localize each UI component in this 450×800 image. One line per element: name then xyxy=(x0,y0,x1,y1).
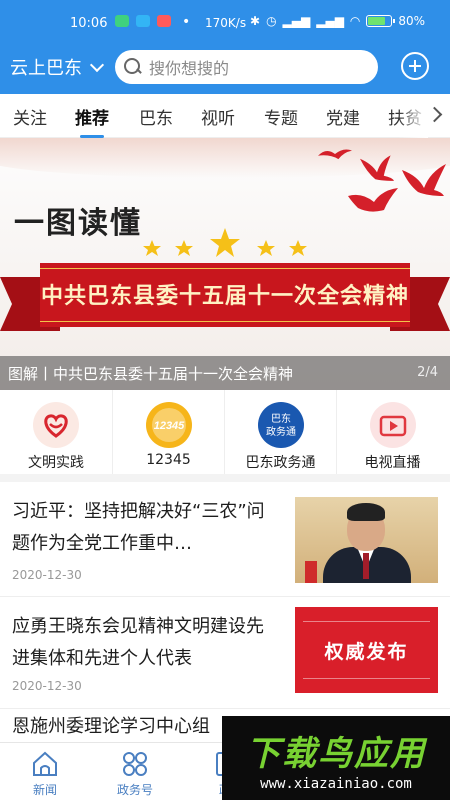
news-thumbnail xyxy=(295,497,438,583)
watermark-brand: 下载鸟应用 xyxy=(246,734,426,774)
tab-badong[interactable]: 巴东 xyxy=(139,104,173,129)
channel-tabs: 关注 推荐 巴东 视听 专题 党建 扶贫 xyxy=(0,94,450,138)
status-bar: 10:06 • 170K/s ✱ ◷ ▂▄▆ ▂▄▆ ◠ 80% xyxy=(0,0,450,46)
notification-icon-3 xyxy=(157,15,171,27)
dove-icon xyxy=(402,164,446,196)
alarm-icon: ◷ xyxy=(266,14,277,28)
watermark: 下载鸟应用 www.xiazainiao.com xyxy=(222,716,450,800)
news-date: 2020-12-30 xyxy=(12,679,82,693)
search-placeholder: 搜你想搜的 xyxy=(149,59,230,78)
chevron-down-icon xyxy=(89,57,105,72)
banner-ribbon: 中共巴东县委十五届十一次全会精神 xyxy=(0,263,450,343)
battery-fill xyxy=(368,17,386,25)
watermark-url: www.xiazainiao.com xyxy=(260,776,412,792)
banner-caption-text: 图解丨中共巴东县委十五届十一次全会精神 xyxy=(8,365,294,383)
tie-shape xyxy=(363,553,369,579)
grid-icon xyxy=(123,752,147,776)
status-right-icons: ✱ ◷ ▂▄▆ ▂▄▆ ◠ 80% xyxy=(250,14,425,28)
tabs-fade xyxy=(398,94,428,138)
quick-item-zhengwutong[interactable]: 巴东 政务通 巴东政务通 xyxy=(224,390,336,474)
flag-shape xyxy=(305,561,317,583)
bluetooth-icon: ✱ xyxy=(250,14,261,28)
dot-icon: • xyxy=(182,14,191,30)
chevron-right-icon[interactable] xyxy=(426,106,443,123)
tab-guanzhu[interactable]: 关注 xyxy=(13,104,47,129)
tv-live-icon xyxy=(370,402,416,448)
quick-label: 12345 xyxy=(146,452,191,468)
banner-carousel[interactable]: 一图读懂 中共巴东县委十五届十一次全会精神 图解丨中共巴东县委十五届十一次全会精… xyxy=(0,138,450,390)
news-thumbnail: 权威发布 xyxy=(295,607,438,693)
news-item[interactable]: 应勇王晓东会见精神文明建设先进集体和先进个人代表 2020-12-30 权威发布 xyxy=(0,597,450,709)
quick-access: 文明实践 12345 12345 巴东 政务通 巴东政务通 电视直播 xyxy=(0,390,450,482)
dove-icon xyxy=(348,188,398,214)
nav-news[interactable]: 新闻 xyxy=(0,749,90,798)
gov-service-icon: 巴东 政务通 xyxy=(258,402,304,448)
thumbnail-text: 权威发布 xyxy=(324,640,409,663)
nav-label: 政务号 xyxy=(116,783,153,797)
status-time: 10:06 xyxy=(70,16,108,31)
stars-decoration xyxy=(143,228,307,257)
banner-page-indicator: 2/4 xyxy=(417,365,438,380)
news-title: 应勇王晓东会见精神文明建设先进集体和先进个人代表 xyxy=(12,616,264,669)
gov-icon-text-2: 政务通 xyxy=(266,425,296,438)
news-item[interactable]: 习近平：坚持把解决好“三农”问题作为全党工作重中… 2020-12-30 xyxy=(0,482,450,597)
quick-item-tv[interactable]: 电视直播 xyxy=(336,390,448,474)
tab-dangjian[interactable]: 党建 xyxy=(326,104,360,129)
signal2-icon: ▂▄▆ xyxy=(316,14,344,28)
news-title: 习近平：坚持把解决好“三农”问题作为全党工作重中… xyxy=(12,501,265,554)
dove-icon xyxy=(318,146,352,160)
search-input[interactable]: 搜你想搜的 xyxy=(115,50,378,84)
notification-icon-2 xyxy=(136,15,150,27)
location-selector[interactable]: 云上巴东 xyxy=(10,54,105,80)
battery-percent: 80% xyxy=(398,14,426,28)
gov-icon-text-1: 巴东 xyxy=(271,412,291,425)
network-speed: 170K/s xyxy=(205,16,247,30)
nav-label: 新闻 xyxy=(32,783,57,797)
quick-label: 巴东政务通 xyxy=(245,455,316,471)
ribbon-text: 中共巴东县委十五届十一次全会精神 xyxy=(40,283,409,309)
notification-icons xyxy=(115,15,171,27)
quick-label: 电视直播 xyxy=(364,455,421,471)
signal-icon: ▂▄▆ xyxy=(282,14,311,28)
banner-headline: 一图读懂 xyxy=(14,206,142,241)
location-label: 云上巴东 xyxy=(10,58,82,79)
tab-zhuanti[interactable]: 专题 xyxy=(264,104,298,129)
search-icon xyxy=(123,57,143,77)
notification-icon-1 xyxy=(115,15,129,27)
hair-shape xyxy=(347,503,385,521)
tab-tuijian[interactable]: 推荐 xyxy=(75,104,109,138)
add-icon[interactable] xyxy=(401,52,429,80)
hotline-12345-icon: 12345 xyxy=(146,402,192,448)
nav-zhengwuhao[interactable]: 政务号 xyxy=(90,749,180,798)
news-date: 2020-12-30 xyxy=(12,568,82,582)
banner-caption: 图解丨中共巴东县委十五届十一次全会精神 2/4 xyxy=(0,356,450,390)
dove-icon xyxy=(360,154,394,184)
heart-icon xyxy=(33,402,79,448)
quick-label: 文明实践 xyxy=(28,455,84,471)
app-header: 云上巴东 搜你想搜的 xyxy=(0,46,450,94)
quick-item-wenming[interactable]: 文明实践 xyxy=(0,390,112,474)
tab-shiting[interactable]: 视听 xyxy=(201,104,235,129)
house-icon xyxy=(33,751,57,776)
wifi-icon: ◠ xyxy=(349,14,361,28)
battery-icon xyxy=(366,15,396,27)
quick-item-12345[interactable]: 12345 12345 xyxy=(112,390,224,474)
hotline-icon-text: 12345 xyxy=(154,420,185,432)
